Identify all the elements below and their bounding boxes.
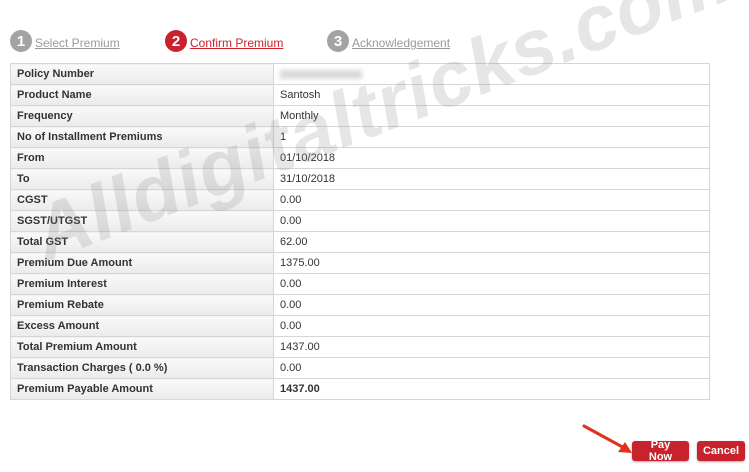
row-label: Total Premium Amount [10,336,274,358]
premium-payable-value: 1437.00 [273,378,710,400]
row-label: Total GST [10,231,274,253]
row-label: From [10,147,274,169]
table-row: Total GST 62.00 [10,231,710,253]
row-value: 0.00 [273,294,710,316]
step-number: 1 [10,30,32,52]
step-acknowledgement[interactable]: 3 Acknowledgement [327,30,450,52]
table-row: Transaction Charges ( 0.0 %) 0.00 [10,357,710,379]
row-label: CGST [10,189,274,211]
table-row: Policy Number [10,63,710,85]
row-value: Santosh [273,84,710,106]
table-row: CGST 0.00 [10,189,710,211]
table-row: Total Premium Amount 1437.00 [10,336,710,358]
confirm-premium-page: 1 Select Premium 2 Confirm Premium 3 Ack… [0,0,749,472]
row-value: 0.00 [273,189,710,211]
table-row: Excess Amount 0.00 [10,315,710,337]
table-row: Premium Due Amount 1375.00 [10,252,710,274]
step-number: 3 [327,30,349,52]
row-label: To [10,168,274,190]
step-number: 2 [165,30,187,52]
table-row: To 31/10/2018 [10,168,710,190]
table-row: Premium Payable Amount 1437.00 [10,378,710,400]
step-select-premium[interactable]: 1 Select Premium [10,30,120,52]
row-label: Product Name [10,84,274,106]
step-label[interactable]: Confirm Premium [190,36,283,50]
table-row: Premium Rebate 0.00 [10,294,710,316]
row-value: 0.00 [273,273,710,295]
row-label: Premium Interest [10,273,274,295]
step-label[interactable]: Select Premium [35,36,120,50]
table-row: From 01/10/2018 [10,147,710,169]
row-label: Policy Number [10,63,274,85]
row-value: 1 [273,126,710,148]
row-value: 0.00 [273,315,710,337]
step-confirm-premium[interactable]: 2 Confirm Premium [165,30,283,52]
row-label: Excess Amount [10,315,274,337]
cancel-button[interactable]: Cancel [697,441,745,461]
row-label: Premium Payable Amount [10,378,274,400]
table-row: No of Installment Premiums 1 [10,126,710,148]
premium-details-table: Policy Number Product Name Santosh Frequ… [10,63,710,400]
policy-number-value [273,63,710,85]
row-value: 62.00 [273,231,710,253]
progress-stepper: 1 Select Premium 2 Confirm Premium 3 Ack… [10,30,610,54]
pay-now-button[interactable]: Pay Now [632,439,689,463]
row-value: 1375.00 [273,252,710,274]
redacted-policy-number [280,69,362,79]
step-label[interactable]: Acknowledgement [352,36,450,50]
pointer-arrow-icon [582,424,632,453]
row-label: Frequency [10,105,274,127]
table-row: Premium Interest 0.00 [10,273,710,295]
row-value: 1437.00 [273,336,710,358]
row-label: Transaction Charges ( 0.0 %) [10,357,274,379]
row-value: Monthly [273,105,710,127]
table-row: Frequency Monthly [10,105,710,127]
row-value: 31/10/2018 [273,168,710,190]
row-value: 01/10/2018 [273,147,710,169]
row-label: Premium Rebate [10,294,274,316]
table-row: Product Name Santosh [10,84,710,106]
row-label: SGST/UTGST [10,210,274,232]
table-row: SGST/UTGST 0.00 [10,210,710,232]
row-label: Premium Due Amount [10,252,274,274]
row-value: 0.00 [273,357,710,379]
row-label: No of Installment Premiums [10,126,274,148]
row-value: 0.00 [273,210,710,232]
